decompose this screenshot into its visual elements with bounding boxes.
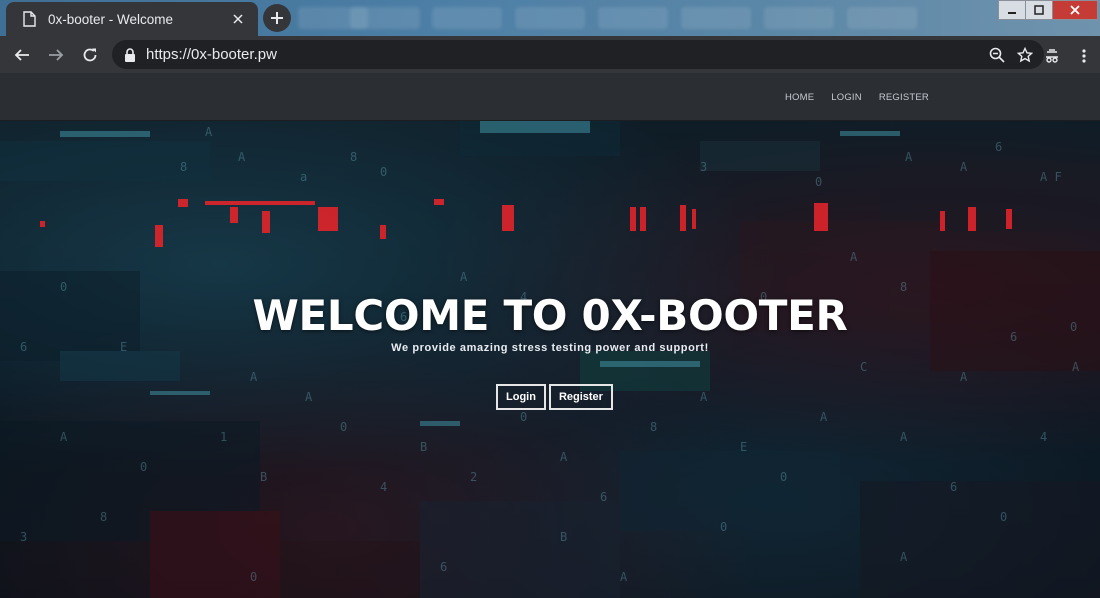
svg-text:6: 6 [995,140,1002,154]
hero-background-image: AA3 0AA F A68 0a8 06 E AA1 B04 B20 A68 AE… [0,121,1100,598]
background-tab[interactable] [432,7,502,29]
svg-text:0: 0 [1000,510,1007,524]
svg-text:0: 0 [720,520,727,534]
svg-text:A: A [620,570,628,584]
menu-icon[interactable] [1068,40,1100,72]
svg-text:A F: A F [1040,170,1062,184]
zoom-icon[interactable] [986,44,1008,66]
svg-text:A: A [960,160,968,174]
svg-text:0: 0 [340,420,347,434]
svg-text:0: 0 [380,165,387,179]
svg-text:A: A [850,250,858,264]
svg-text:1: 1 [220,430,227,444]
nav-register-link[interactable]: REGISTER [879,92,929,103]
minimize-icon[interactable] [998,0,1026,20]
address-bar[interactable]: https://0x-booter.pw [112,40,1044,69]
svg-text:0: 0 [520,410,527,424]
svg-text:E: E [740,440,747,454]
back-icon[interactable] [6,39,38,71]
svg-text:A: A [460,270,468,284]
svg-text:B: B [260,470,267,484]
svg-text:8: 8 [350,150,357,164]
window-controls [998,0,1098,20]
svg-text:A: A [560,450,568,464]
svg-text:0: 0 [140,460,147,474]
tab-title: 0x-booter - Welcome [48,11,174,27]
toolbar-right [1036,40,1100,72]
close-icon[interactable] [228,9,248,29]
lock-icon[interactable] [124,47,136,62]
svg-text:A: A [820,410,828,424]
svg-text:A: A [700,390,708,404]
svg-text:8: 8 [650,420,657,434]
page-icon [22,11,36,27]
svg-text:A: A [238,150,246,164]
reload-icon[interactable] [74,39,106,71]
site-nav: HOME LOGIN REGISTER [785,92,929,103]
maximize-icon[interactable] [1025,0,1053,20]
svg-text:6: 6 [600,490,607,504]
background-tab[interactable] [515,7,585,29]
hero-title: WELCOME TO 0X-BOOTER [252,291,848,340]
login-button[interactable]: Login [496,384,546,410]
background-tab[interactable] [681,7,751,29]
extension-icon[interactable] [1036,40,1068,72]
svg-text:3: 3 [20,530,27,544]
register-button[interactable]: Register [548,384,613,410]
hero-section: AA3 0AA F A68 0a8 06E AA1 B04 B20 A68 AE… [0,121,1100,598]
svg-text:8: 8 [100,510,107,524]
svg-text:2: 2 [470,470,477,484]
hero-buttons: Login Register [496,384,613,410]
forward-icon[interactable] [40,39,72,71]
nav-home-link[interactable]: HOME [785,92,814,103]
hero-subtitle: We provide amazing stress testing power … [391,342,709,354]
svg-text:3: 3 [700,160,707,174]
svg-text:A: A [205,125,213,139]
svg-text:4: 4 [1040,430,1047,444]
svg-text:A: A [305,390,313,404]
svg-text:0: 0 [250,570,257,584]
background-tab[interactable] [350,7,420,29]
svg-text:B: B [420,440,427,454]
svg-text:0: 0 [780,470,787,484]
tab-strip: 0x-booter - Welcome [0,0,1100,36]
site-header: HOME LOGIN REGISTER [0,73,1100,121]
svg-text:A: A [60,430,68,444]
svg-text:6: 6 [950,480,957,494]
svg-text:A: A [900,550,908,564]
background-tab[interactable] [847,7,917,29]
plus-icon[interactable] [263,4,291,32]
svg-text:A: A [250,370,258,384]
nav-login-link[interactable]: LOGIN [831,92,862,103]
background-tab[interactable] [764,7,834,29]
svg-text:C: C [860,360,867,374]
svg-text:B: B [560,530,567,544]
svg-text:A: A [900,430,908,444]
active-tab[interactable]: 0x-booter - Welcome [6,2,258,36]
svg-text:4: 4 [380,480,387,494]
star-icon[interactable] [1014,44,1036,66]
svg-text:A: A [905,150,913,164]
svg-text:8: 8 [180,160,187,174]
svg-text:a: a [300,170,307,184]
svg-text:A: A [960,370,968,384]
svg-text:0: 0 [815,175,822,189]
svg-text:A: A [1072,360,1080,374]
url-text[interactable]: https://0x-booter.pw [146,46,277,63]
svg-text:6: 6 [440,560,447,574]
window-close-icon[interactable] [1052,0,1098,20]
background-tab[interactable] [598,7,668,29]
